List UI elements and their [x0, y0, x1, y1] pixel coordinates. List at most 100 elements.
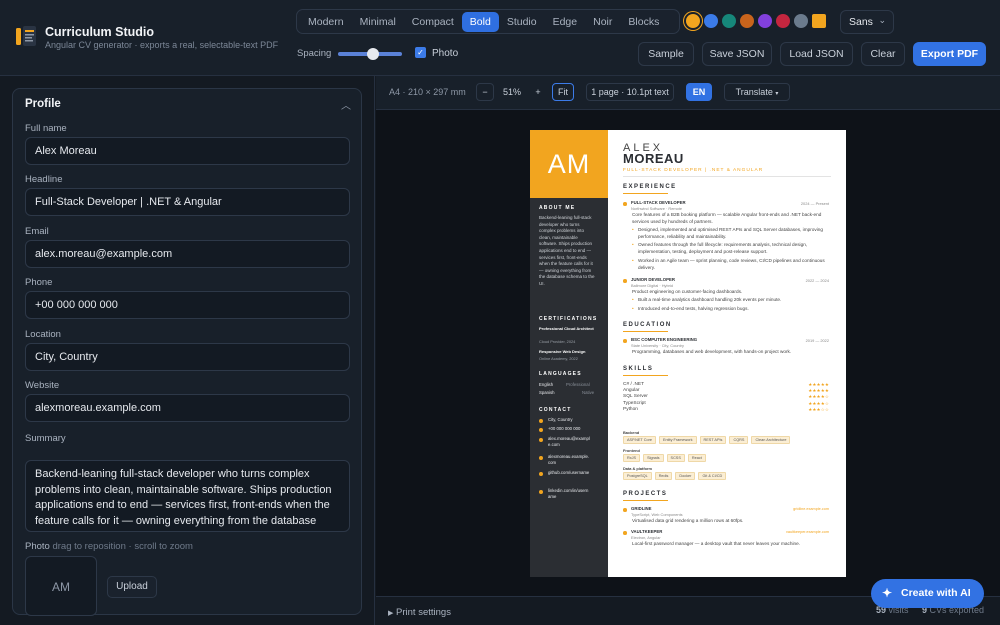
theme-blocks[interactable]: Blocks: [620, 12, 667, 32]
photo-dropzone[interactable]: AM: [25, 556, 97, 616]
sparkle-icon: ✦: [882, 586, 893, 600]
fit-button[interactable]: Fit: [552, 83, 574, 101]
skill-chip: React: [687, 454, 706, 462]
language-level: Native: [582, 390, 595, 395]
resume-page[interactable]: AM ABOUT ME Backend-leaning full-stack d…: [530, 130, 846, 577]
skill-chip: REST APIs: [699, 436, 727, 444]
about-heading: ABOUT ME: [539, 205, 576, 211]
print-settings-toggle[interactable]: ▶ Print settings: [388, 607, 451, 618]
accent-swatch[interactable]: [704, 14, 718, 28]
photo-checkbox[interactable]: ✓: [415, 47, 426, 58]
summary-label: Summary: [25, 433, 66, 444]
sample-button[interactable]: Sample: [638, 42, 694, 66]
cert-meta: Cloud Provider, 2024: [539, 339, 576, 344]
font-select[interactable]: Sans ⌄: [840, 10, 894, 34]
zoom-in-button[interactable]: +: [529, 83, 547, 101]
clear-button[interactable]: Clear: [861, 42, 905, 66]
cert-name: Professional Cloud Architect: [539, 326, 594, 331]
headline-label: Headline: [25, 174, 63, 185]
theme-bold[interactable]: Bold: [461, 11, 499, 32]
theme-edge[interactable]: Edge: [545, 12, 586, 32]
job-bullet: Designed, implemented and optimised REST…: [632, 227, 830, 240]
cert-meta: Online Academy, 2022: [539, 356, 578, 361]
contact-location: City, Country: [548, 417, 573, 422]
caret-down-icon: ▾: [775, 91, 779, 97]
heading-underline: [623, 500, 668, 501]
accent-swatch[interactable]: [740, 14, 754, 28]
accent-swatch[interactable]: [812, 14, 826, 28]
email-icon: [539, 438, 543, 442]
zoom-out-button[interactable]: −: [476, 83, 494, 101]
full-name-field[interactable]: Alex Moreau: [25, 137, 350, 165]
app-subtitle: Angular CV generator · exports a real, s…: [45, 40, 279, 50]
heading-underline: [623, 375, 668, 376]
timeline-dot: [623, 508, 627, 512]
accent-swatch[interactable]: [722, 14, 736, 28]
contact-linkedin: linkedin.com/in/username: [548, 488, 589, 500]
accent-swatch[interactable]: [758, 14, 772, 28]
skills-heading: SKILLS: [623, 366, 654, 372]
skill-chip: SCSS: [666, 454, 685, 462]
location-field[interactable]: City, Country: [25, 343, 350, 371]
photo-label-row: Photo drag to reposition · scroll to zoo…: [25, 541, 193, 552]
theme-minimal[interactable]: Minimal: [352, 12, 404, 32]
website-label: Website: [25, 380, 60, 391]
project-tech: TypeScript, Web Components: [631, 512, 683, 517]
projects-heading: PROJECTS: [623, 491, 668, 497]
accent-swatch[interactable]: [776, 14, 790, 28]
font-select-value: Sans: [849, 16, 873, 28]
theme-studio[interactable]: Studio: [499, 12, 545, 32]
language-en-button[interactable]: EN: [686, 83, 712, 101]
language-level: Professional: [566, 382, 590, 387]
skill-rating-stars: ★★★★★: [808, 388, 829, 394]
skill-chip: Git & CI/CD: [698, 472, 727, 480]
language-name: English: [539, 382, 554, 387]
phone-label: Phone: [25, 277, 53, 288]
resume-sidebar: AM ABOUT ME Backend-leaning full-stack d…: [530, 130, 608, 577]
theme-compact[interactable]: Compact: [404, 12, 462, 32]
create-with-ai-button[interactable]: ✦ Create with AI: [871, 579, 984, 608]
theme-noir[interactable]: Noir: [585, 12, 620, 32]
export-pdf-button[interactable]: Export PDF: [913, 42, 986, 66]
globe-icon: [539, 456, 543, 460]
skill-rating-stars: ★★★★☆: [808, 400, 829, 406]
theme-modern[interactable]: Modern: [300, 12, 352, 32]
skill-chip: CQRS: [729, 436, 749, 444]
skill-name: Python: [623, 406, 638, 412]
location-label: Location: [25, 329, 61, 340]
project-name: VAULTKEEPER: [631, 529, 663, 534]
chevron-up-icon[interactable]: ︿: [341, 97, 351, 112]
accent-swatch[interactable]: [686, 14, 700, 28]
translate-dropdown[interactable]: Translate ▾: [724, 83, 790, 101]
summary-textarea[interactable]: Backend-leaning full-stack developer who…: [25, 460, 350, 532]
heading-underline: [623, 331, 668, 332]
slider-knob[interactable]: [367, 48, 380, 60]
job-company: Ballmore Digital · Hybrid: [631, 283, 673, 288]
load-json-button[interactable]: Load JSON: [780, 42, 853, 66]
headline-field[interactable]: Full-Stack Developer | .NET & Angular: [25, 188, 350, 216]
save-json-button[interactable]: Save JSON: [702, 42, 772, 66]
skill-name: SQL Server: [623, 394, 648, 400]
spacing-slider[interactable]: [338, 48, 402, 60]
upload-button[interactable]: Upload: [107, 576, 157, 598]
skill-name: C# / .NET: [623, 382, 645, 387]
header-divider: [623, 176, 831, 177]
zoom-level: 51%: [503, 87, 522, 97]
job-dates: 2024 — Present: [800, 201, 829, 206]
language-name: Spanish: [539, 390, 555, 395]
skill-name: TypeScript: [623, 400, 646, 406]
job-title: JUNIOR DEVELOPER: [631, 277, 675, 282]
website-field[interactable]: alexmoreau.example.com: [25, 394, 350, 422]
skill-group-heading: Data & platform: [623, 466, 652, 471]
paper-size: A4 · 210 × 297 mm: [389, 87, 466, 97]
skill-chip: Redis: [654, 472, 673, 480]
photo-checkbox-label[interactable]: Photo: [432, 48, 458, 59]
accent-swatch[interactable]: [794, 14, 808, 28]
email-field[interactable]: alex.moreau@example.com: [25, 240, 350, 268]
phone-field[interactable]: +00 000 000 000: [25, 291, 350, 319]
job-summary: Core features of a B2B booking platform …: [632, 212, 822, 224]
education-heading: EDUCATION: [623, 322, 672, 328]
project-link: vaultkeeper.example.com: [785, 530, 829, 534]
create-with-ai-label: Create with AI: [901, 587, 971, 599]
github-icon: [539, 472, 543, 476]
